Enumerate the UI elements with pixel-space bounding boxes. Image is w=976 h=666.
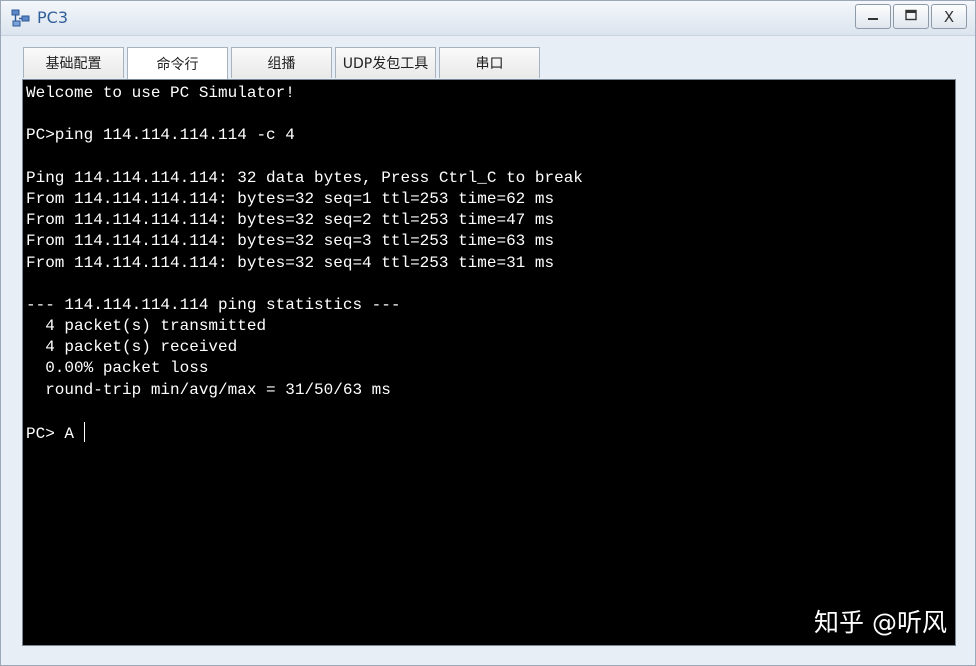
tab-multicast[interactable]: 组播 [231,47,332,78]
window-title: PC3 [37,8,68,27]
text-cursor [83,422,85,442]
tab-udp-tool[interactable]: UDP发包工具 [335,47,436,78]
terminal-line: 4 packet(s) received [26,338,238,357]
watermark: 知乎 @听风 [814,608,947,637]
terminal-line: 0.00% packet loss [26,359,209,378]
terminal-line: From 114.114.114.114: bytes=32 seq=3 ttl… [26,232,555,251]
terminal-line: round-trip min/avg/max = 31/50/63 ms [26,380,391,399]
tab-serial-port[interactable]: 串口 [439,47,540,78]
minimize-button[interactable] [855,4,891,29]
title-bar[interactable]: PC3 X [1,1,975,36]
terminal-line: From 114.114.114.114: bytes=32 seq=1 ttl… [26,189,555,208]
terminal-line: 4 packet(s) transmitted [26,317,267,336]
maximize-button[interactable] [893,4,929,29]
minimize-icon [867,8,879,26]
tab-bar: 基础配置 命令行 组播 UDP发包工具 串口 [23,47,543,79]
close-icon: X [943,7,955,26]
terminal-line: Welcome to use PC Simulator! [26,84,295,102]
window-controls: X [853,4,967,29]
terminal-line: From 114.114.114.114: bytes=32 seq=4 ttl… [26,253,555,272]
tab-command-line[interactable]: 命令行 [127,47,228,79]
terminal-line: Ping 114.114.114.114: 32 data bytes, Pre… [26,168,583,187]
terminal-prompt: PC> A [26,425,84,443]
terminal-line: PC>ping 114.114.114.114 -c 4 [26,126,295,145]
terminal-line: From 114.114.114.114: bytes=32 seq=2 ttl… [26,211,555,230]
terminal-output: Welcome to use PC Simulator! PC>ping 114… [26,83,583,443]
tab-basic-config[interactable]: 基础配置 [23,47,124,78]
maximize-icon [905,8,917,26]
terminal-line: --- 114.114.114.114 ping statistics --- [26,295,401,314]
terminal-console[interactable]: Welcome to use PC Simulator! PC>ping 114… [22,79,956,646]
app-network-icon [11,9,31,27]
close-button[interactable]: X [931,4,967,29]
terminal-prompt-line[interactable]: PC> A [26,422,583,443]
pc3-window: PC3 X 基础配置 命令行 组播 UDP发包工具 串口 Welcome to … [0,0,976,666]
